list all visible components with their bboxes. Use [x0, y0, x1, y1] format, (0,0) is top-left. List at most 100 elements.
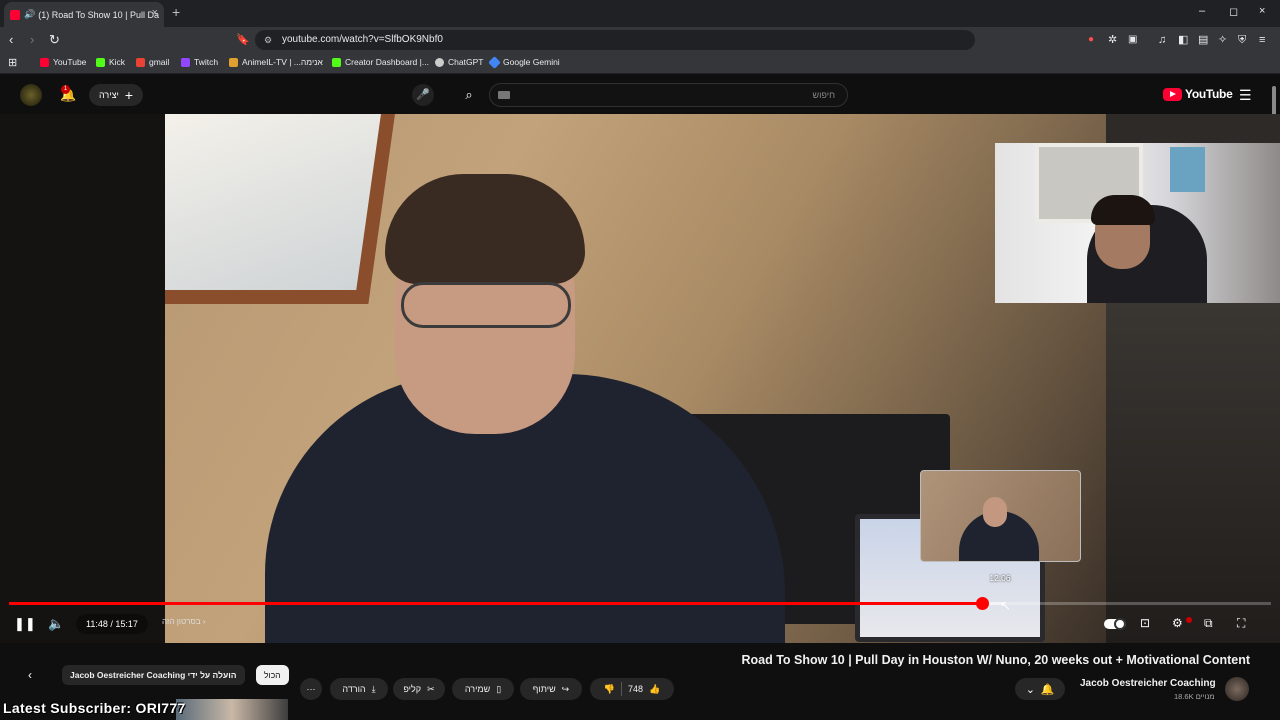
pause-icon[interactable]: ❚❚	[14, 616, 36, 632]
subtitles-icon[interactable]: ⊡	[1140, 616, 1150, 630]
miniplayer-icon[interactable]: ⧉	[1204, 616, 1213, 631]
site-info-icon[interactable]: ⚙	[264, 30, 272, 50]
voice-search-mic-icon[interactable]: 🎤	[412, 84, 434, 106]
notification-count-badge: 1	[61, 85, 70, 94]
bell-icon: 🔔	[1040, 683, 1055, 696]
channel-avatar[interactable]	[1225, 677, 1249, 701]
volume-icon[interactable]: 🔈	[48, 616, 64, 632]
bookmark-creator-dashboard[interactable]: Creator Dashboard |...	[332, 57, 429, 67]
youtube-bookmark-icon	[40, 57, 49, 67]
vpn-icon[interactable]: ⛨	[1238, 32, 1246, 48]
extension-box-icon[interactable]: ▣	[1128, 32, 1137, 48]
search-button-icon[interactable]: ⌕	[456, 83, 482, 107]
person-hair	[385, 174, 585, 284]
fullscreen-icon[interactable]: ⛶	[1237, 616, 1245, 631]
animeil-bookmark-icon	[229, 57, 238, 67]
progress-played	[9, 602, 982, 605]
clip-button[interactable]: קליפ ✂	[393, 678, 445, 700]
channel-name[interactable]: Jacob Oestreicher Coaching	[1080, 678, 1216, 689]
facecam-person-hair	[1091, 195, 1155, 225]
chevron-right-icon: ›	[202, 617, 206, 626]
bookmark-gemini[interactable]: Google Gemini	[488, 55, 560, 69]
subscription-bell-button[interactable]: ⌄ 🔔	[1015, 678, 1065, 700]
dislike-icon[interactable]: 👎	[604, 684, 615, 695]
plus-icon: +	[124, 87, 133, 103]
account-avatar[interactable]	[20, 84, 42, 106]
extensions-puzzle-icon[interactable]: ✲	[1108, 32, 1117, 48]
media-controls-icon[interactable]: ♫	[1158, 32, 1166, 48]
like-count: 748	[627, 684, 644, 694]
bookmark-twitch[interactable]: Twitch	[181, 57, 218, 67]
download-icon: ⤓	[371, 683, 376, 694]
browser-tab-strip: 🔊 (1) Road To Show 10 | Pull Da × + – ◻ …	[0, 0, 1280, 27]
forward-arrow-icon[interactable]: ›	[30, 32, 34, 48]
guide-menu-icon[interactable]: ☰	[1239, 87, 1252, 104]
download-button[interactable]: הורדה ⤓	[330, 678, 388, 700]
extension-record-icon[interactable]: ●	[1088, 32, 1094, 48]
recommended-thumbnail[interactable]	[176, 699, 288, 720]
chips-scroll-left-icon[interactable]: ‹	[28, 668, 32, 682]
chapter-button[interactable]: בסרטון הזה ›	[162, 617, 205, 626]
browser-tab-active[interactable]: 🔊 (1) Road To Show 10 | Pull Da ×	[4, 2, 164, 27]
youtube-logo[interactable]: YouTube	[1163, 87, 1233, 101]
like-icon[interactable]: 👍	[649, 684, 660, 695]
bookmark-chatgpt[interactable]: ChatGPT	[435, 57, 483, 67]
hd-badge	[1186, 617, 1192, 623]
address-bar[interactable]: ⚙ youtube.com/watch?v=SlfbOK9Nbf0	[255, 30, 975, 50]
share-icon: ↪	[561, 683, 570, 694]
keyboard-icon[interactable]	[498, 91, 510, 99]
person-glasses	[401, 282, 571, 328]
kick-dashboard-bookmark-icon	[332, 57, 341, 67]
video-title: Road To Show 10 | Pull Day in Houston W/…	[741, 653, 1250, 667]
leo-ai-icon[interactable]: ✧	[1218, 32, 1227, 48]
seek-preview-time: 12:06	[989, 573, 1011, 583]
time-display: 11:48 / 15:17	[76, 614, 148, 634]
scissors-icon: ✂	[427, 683, 435, 694]
streamer-facecam	[995, 143, 1280, 303]
progress-scrubber[interactable]	[976, 597, 989, 610]
menu-icon[interactable]: ≡	[1259, 32, 1265, 48]
chip-uploader[interactable]: Jacob Oestreicher Coaching הועלה על ידי	[62, 665, 245, 685]
video-frame[interactable]	[165, 114, 1106, 643]
wallet-icon[interactable]: ▤	[1198, 32, 1208, 48]
window-close-button[interactable]: ×	[1259, 5, 1265, 17]
new-tab-button[interactable]: +	[172, 4, 180, 20]
apps-grid-icon[interactable]: ⊞	[8, 56, 17, 69]
mouse-cursor-icon: ↖	[1000, 598, 1011, 613]
like-dislike-segment[interactable]: 👎 748 👍	[590, 678, 674, 700]
create-button[interactable]: יצירה +	[89, 84, 143, 106]
kick-bookmark-icon	[96, 57, 105, 67]
search-input[interactable]: חיפוש	[489, 83, 848, 107]
reload-icon[interactable]: ↻	[49, 32, 60, 48]
like-divider	[620, 682, 622, 696]
gemini-bookmark-icon	[488, 55, 501, 69]
gmail-bookmark-icon	[136, 57, 145, 67]
skylight-window	[165, 114, 395, 304]
bookmark-animeil[interactable]: AnimeIL-TV | ...אנימה	[229, 57, 323, 67]
chip-all[interactable]: הכול	[256, 665, 289, 685]
save-button[interactable]: שמירה ▯	[452, 678, 514, 700]
youtube-play-logo-icon	[1163, 87, 1182, 101]
autoplay-toggle[interactable]	[1104, 618, 1126, 630]
more-actions-button[interactable]: ⋯	[300, 678, 322, 700]
bookmark-youtube[interactable]: YouTube	[40, 57, 86, 67]
bookmarks-bar: ⊞ YouTube Kick gmail Twitch AnimeIL-TV |…	[0, 53, 1280, 74]
bookmark-save-icon: ▯	[496, 683, 502, 694]
back-arrow-icon[interactable]: ‹	[9, 32, 13, 48]
bookmark-icon[interactable]: 🔖	[236, 32, 250, 48]
minimize-button[interactable]: –	[1199, 5, 1205, 17]
bookmark-gmail[interactable]: gmail	[136, 57, 169, 67]
audio-playing-icon[interactable]: 🔊	[24, 9, 35, 20]
video-side-area-lower	[1106, 300, 1280, 643]
tab-close-icon[interactable]: ×	[152, 7, 158, 19]
settings-gear-icon[interactable]: ⚙	[1172, 616, 1183, 630]
twitch-bookmark-icon	[181, 57, 190, 67]
share-button[interactable]: שיתוף ↪	[520, 678, 582, 700]
tab-title: (1) Road To Show 10 | Pull Da	[38, 9, 159, 20]
sidebar-icon[interactable]: ◧	[1178, 32, 1188, 48]
bookmark-kick[interactable]: Kick	[96, 57, 125, 67]
maximize-button[interactable]: ◻	[1229, 5, 1238, 18]
url-text: youtube.com/watch?v=SlfbOK9Nbf0	[282, 34, 443, 45]
chevron-down-icon: ⌄	[1025, 683, 1035, 696]
chatgpt-bookmark-icon	[435, 57, 444, 67]
